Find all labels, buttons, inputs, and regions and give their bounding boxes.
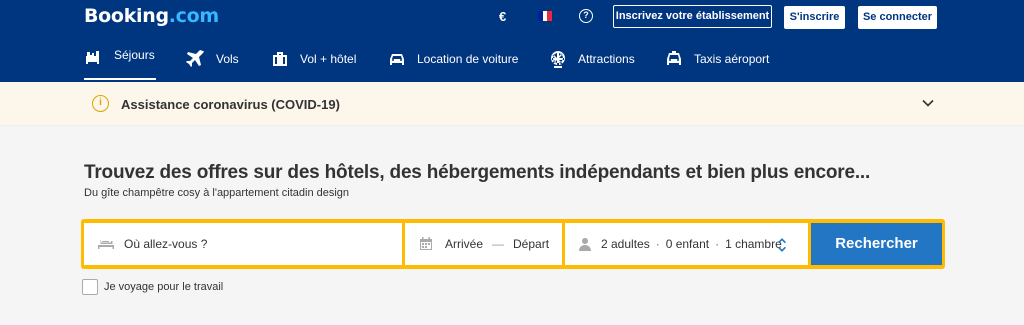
taxi-icon [667, 51, 681, 65]
tab-stays-label: Séjours [114, 48, 155, 62]
page-subtitle: Du gîte champêtre cosy à l'appartement c… [84, 187, 350, 199]
top-header: Booking.com € ? Inscrivez votre établiss… [0, 0, 1024, 82]
tab-flight-hotel-label: Vol + hôtel [300, 52, 357, 66]
tab-car-rental[interactable]: Location de voiture [387, 46, 518, 72]
search-button[interactable]: Rechercher [811, 223, 942, 265]
plane-icon [186, 50, 204, 67]
tab-flights[interactable]: Vols [186, 46, 239, 72]
guest-separator: · [715, 237, 720, 251]
list-property-button[interactable]: Inscrivez votre établissement [613, 5, 772, 28]
work-trip-option[interactable]: Je voyage pour le travail [82, 279, 223, 295]
tab-attractions-label: Attractions [578, 52, 635, 66]
calendar-icon [420, 237, 432, 250]
dates-field[interactable]: Arrivée — Départ [405, 223, 562, 265]
tab-airport-taxis[interactable]: Taxis aéroport [664, 46, 769, 72]
language-flag-icon[interactable] [538, 11, 553, 21]
search-bar: Où allez-vous ? Arrivée — Départ 2 adult… [81, 219, 945, 269]
currency-selector[interactable]: € [499, 9, 506, 24]
logo-suffix: .com [168, 5, 219, 27]
work-trip-checkbox[interactable] [82, 279, 98, 295]
tab-stays[interactable]: Séjours [84, 46, 156, 80]
guest-separator: · [655, 237, 660, 251]
info-icon: i [92, 95, 109, 112]
up-down-chevron-icon [778, 238, 786, 252]
adults-count: 2 adultes [601, 237, 650, 251]
signup-button[interactable]: S'inscrire [784, 6, 845, 29]
flag-stripe-red [547, 11, 553, 21]
dates-separator: — [492, 237, 505, 251]
login-button[interactable]: Se connecter [858, 6, 937, 29]
destination-placeholder: Où allez-vous ? [124, 237, 208, 251]
tab-flight-hotel[interactable]: Vol + hôtel [270, 46, 356, 72]
logo-main: Booking [84, 5, 169, 27]
page-title: Trouvez des offres sur des hôtels, des h… [84, 162, 871, 183]
help-icon[interactable]: ? [579, 9, 593, 23]
tab-car-rental-label: Location de voiture [417, 52, 519, 66]
covid-banner-text: Assistance coronavirus (COVID-19) [121, 97, 340, 112]
covid-banner[interactable]: i Assistance coronavirus (COVID-19) [0, 82, 1024, 126]
checkout-label[interactable]: Départ [513, 237, 549, 251]
car-icon [390, 54, 404, 65]
guests-field[interactable]: 2 adultes · 0 enfant · 1 chambre [565, 223, 808, 265]
booking-logo[interactable]: Booking.com [84, 5, 219, 27]
destination-field[interactable]: Où allez-vous ? [84, 223, 402, 265]
work-trip-label[interactable]: Je voyage pour le travail [104, 281, 223, 293]
checkin-label[interactable]: Arrivée [445, 237, 483, 251]
bed-icon [86, 51, 99, 64]
person-icon [579, 238, 591, 251]
chevron-down-icon[interactable] [921, 96, 935, 110]
children-count: 0 enfant [665, 237, 710, 251]
tab-flights-label: Vols [216, 52, 239, 66]
tab-attractions[interactable]: Attractions [548, 46, 635, 72]
bed-icon [98, 240, 114, 249]
suitcase-icon [273, 52, 287, 66]
ferris-wheel-icon [551, 51, 566, 68]
tab-airport-taxis-label: Taxis aéroport [694, 52, 770, 66]
